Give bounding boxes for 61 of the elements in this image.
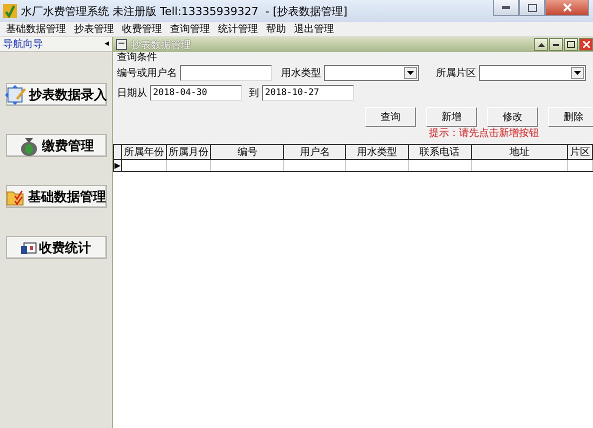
date-to-field[interactable]: 2018-10-27 [262, 85, 354, 101]
notepad-icon [5, 84, 27, 104]
collapse-button[interactable]: ◂ [104, 39, 109, 49]
chart-icon [21, 240, 37, 254]
menu-item[interactable]: 抄表管理 [71, 22, 119, 36]
menu-item[interactable]: 收费管理 [119, 22, 167, 36]
money-bag-icon [18, 136, 40, 156]
close-icon [582, 41, 590, 48]
action-button[interactable]: 删除 [548, 107, 593, 127]
app-logo-icon [3, 4, 17, 18]
window-title: 水厂水费管理系统 未注册版 Tell:13335939327 - [抄表数据管理] [21, 4, 348, 18]
menu-item[interactable]: 帮助 [263, 22, 291, 36]
column-header[interactable]: 所属年份 [122, 144, 167, 160]
field-label: 用水类型 [281, 66, 321, 80]
action-button[interactable]: 新增 [426, 107, 477, 127]
scroll-up-button[interactable] [534, 38, 548, 51]
area-dropdown[interactable] [479, 65, 586, 81]
close-icon [562, 3, 572, 12]
water-type-dropdown[interactable] [324, 65, 419, 81]
nav-button[interactable]: 缴费管理 [6, 134, 106, 157]
column-header[interactable]: 所属月份 [166, 144, 211, 160]
menu-item[interactable]: 查询管理 [167, 22, 215, 36]
close-button[interactable] [579, 38, 593, 51]
field-label: 编号或用户名 [117, 66, 177, 80]
minimize-icon [502, 6, 510, 9]
user-input-field[interactable] [180, 65, 272, 81]
menu-item[interactable]: 基础数据管理 [3, 22, 71, 36]
maximize-button[interactable] [564, 38, 578, 51]
nav-button[interactable]: 抄表数据录入 [6, 83, 106, 106]
restore-button[interactable] [519, 0, 545, 16]
column-header[interactable]: 联系电话 [408, 144, 472, 160]
action-button[interactable]: 修改 [487, 107, 538, 127]
nav-button[interactable]: 基础数据管理 [6, 185, 106, 208]
system-menu-button[interactable]: − [116, 39, 127, 50]
child-window-title: 抄表数据管理 [131, 38, 192, 52]
restore-icon [528, 4, 536, 12]
column-header[interactable]: 用水类型 [346, 144, 408, 160]
minimize-button[interactable] [493, 0, 519, 16]
dropdown-arrow-icon [574, 71, 581, 75]
group-title: 查询条件 [117, 52, 158, 63]
field-label: 日期从 [117, 86, 147, 100]
column-header[interactable]: 编号 [210, 144, 284, 160]
row-marker: ▶ [114, 160, 122, 172]
action-button[interactable]: 查询 [365, 107, 416, 127]
minimize-button[interactable] [549, 38, 563, 51]
column-header[interactable]: 地址 [471, 144, 568, 160]
up-triangle-icon [538, 42, 544, 46]
column-header[interactable]: 用户名 [284, 144, 346, 160]
maximize-icon [567, 41, 575, 48]
sidebar-title: 导航向导 [3, 38, 43, 51]
date-from-field[interactable]: 2018-04-30 [150, 85, 242, 101]
minimize-icon [553, 44, 559, 46]
hint-text: 提示：请先点击新增按钮 [428, 128, 540, 140]
nav-button[interactable]: 收费统计 [6, 236, 106, 259]
menu-item[interactable]: 退出管理 [291, 22, 339, 36]
close-button[interactable] [545, 0, 589, 16]
menu-item[interactable]: 统计管理 [215, 22, 263, 36]
dropdown-arrow-icon [407, 71, 414, 75]
column-header[interactable]: 片区 [567, 144, 592, 160]
field-label: 到 [249, 87, 259, 100]
field-label: 所属片区 [436, 66, 476, 80]
